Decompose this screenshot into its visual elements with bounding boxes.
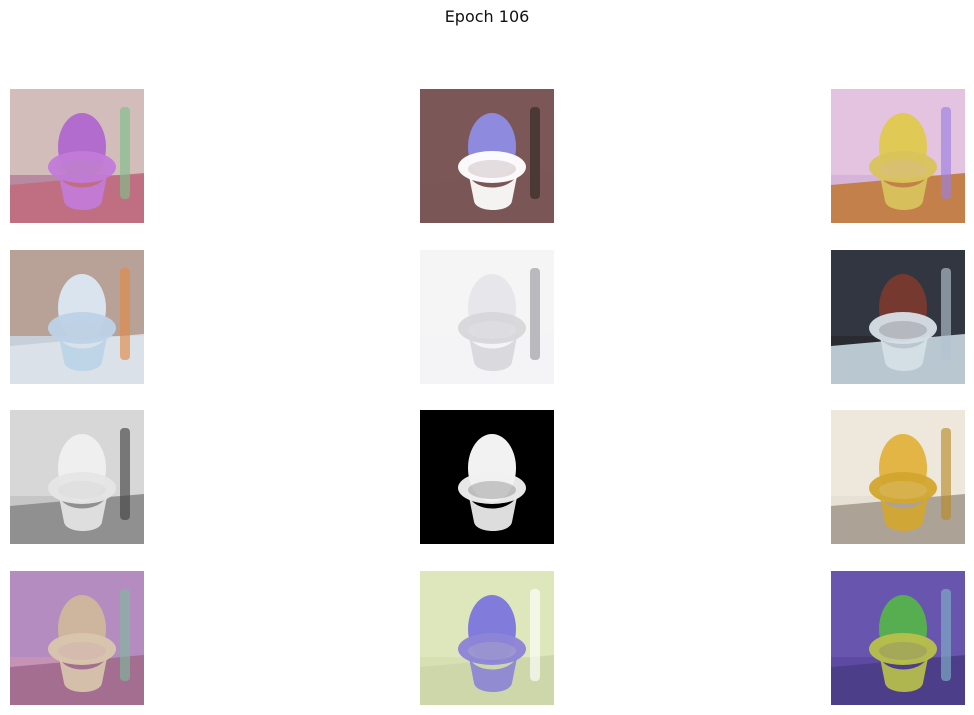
toilet-image-svg bbox=[831, 250, 965, 384]
sample-r2-c2 bbox=[420, 250, 554, 384]
sample-r1-c1 bbox=[10, 89, 144, 223]
figure-title: Epoch 106 bbox=[444, 7, 530, 26]
toilet-image-svg bbox=[10, 89, 144, 223]
toilet-image-svg bbox=[831, 571, 965, 705]
sample-r3-c1 bbox=[10, 410, 144, 544]
sample-r3-c2 bbox=[420, 410, 554, 544]
sample-r1-c2 bbox=[420, 89, 554, 223]
toilet-image-svg bbox=[420, 410, 554, 544]
sample-r4-c1 bbox=[10, 571, 144, 705]
sample-r4-c2 bbox=[420, 571, 554, 705]
toilet-image-svg bbox=[831, 410, 965, 544]
sample-r2-c1 bbox=[10, 250, 144, 384]
toilet-image-svg bbox=[420, 571, 554, 705]
toilet-image-svg bbox=[10, 250, 144, 384]
toilet-image-svg bbox=[10, 571, 144, 705]
sample-r4-c3 bbox=[831, 571, 965, 705]
toilet-image-svg bbox=[420, 250, 554, 384]
toilet-image-svg bbox=[420, 89, 554, 223]
sample-r1-c3 bbox=[831, 89, 965, 223]
toilet-image-svg bbox=[831, 89, 965, 223]
sample-r3-c3 bbox=[831, 410, 965, 544]
toilet-image-svg bbox=[10, 410, 144, 544]
sample-r2-c3 bbox=[831, 250, 965, 384]
